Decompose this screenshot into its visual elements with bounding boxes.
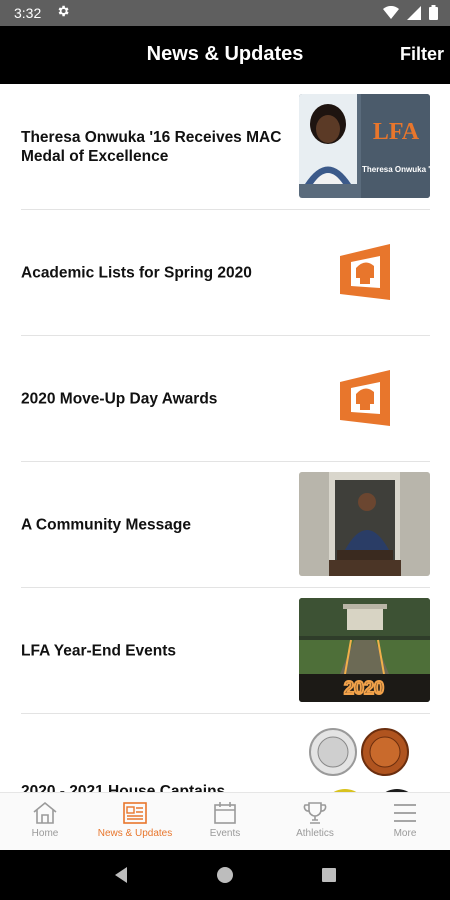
signal-icon xyxy=(407,5,421,20)
school-bell-logo-icon xyxy=(339,370,390,426)
news-item[interactable]: Theresa Onwuka '16 Receives MAC Medal of… xyxy=(21,84,430,210)
app-bar: News & Updates Filter xyxy=(0,26,450,84)
back-icon[interactable] xyxy=(113,866,129,884)
nav-label: More xyxy=(393,828,417,839)
news-item-title: Academic Lists for Spring 2020 xyxy=(21,264,252,281)
nav-events[interactable]: Events xyxy=(180,793,270,850)
home-icon xyxy=(33,801,57,824)
news-item[interactable]: 2020 Move-Up Day Awards xyxy=(21,336,430,462)
news-thumbnail xyxy=(299,220,430,324)
news-item-title: A Community Message xyxy=(21,516,191,533)
bottom-nav: Home News & Updates Events Athletics Mor… xyxy=(0,792,450,850)
news-item[interactable]: 2020 - 2021 House Captains Announced xyxy=(21,714,430,792)
trophy-icon xyxy=(303,802,327,824)
news-thumbnail xyxy=(299,346,430,450)
calendar-icon xyxy=(214,802,236,824)
nav-label: Events xyxy=(209,828,241,839)
recents-icon[interactable] xyxy=(321,867,337,883)
news-item[interactable]: LFA Year-End Events 2020 xyxy=(21,588,430,714)
news-item-title: LFA Year-End Events xyxy=(21,642,177,659)
status-time: 3:32 xyxy=(14,5,42,21)
status-bar: 3:32 xyxy=(0,0,450,26)
news-item-title: 2020 - 2021 House Captains Announced xyxy=(21,783,226,792)
filter-button[interactable]: Filter xyxy=(400,44,444,65)
house-seals-image xyxy=(299,724,430,792)
nav-home[interactable]: Home xyxy=(0,793,90,850)
news-item[interactable]: Academic Lists for Spring 2020 xyxy=(21,210,430,336)
settings-gear-icon xyxy=(58,5,69,17)
lfa-logo: LFA xyxy=(373,119,420,145)
news-thumbnail xyxy=(299,472,430,576)
system-icons xyxy=(383,5,438,20)
nav-label: Athletics xyxy=(296,828,334,839)
news-thumbnail xyxy=(299,724,430,792)
news-item-title: Theresa Onwuka '16 Receives MAC Medal of… xyxy=(21,128,282,165)
nav-news[interactable]: News & Updates xyxy=(90,793,180,850)
news-item[interactable]: A Community Message xyxy=(21,462,430,588)
nav-label: Home xyxy=(31,828,59,839)
system-nav-bar xyxy=(0,850,450,900)
page-title: News & Updates xyxy=(146,43,304,65)
year-end-events-photo: 2020 xyxy=(299,598,430,702)
speaker-photo xyxy=(299,472,430,576)
nav-athletics[interactable]: Athletics xyxy=(270,793,360,850)
home-circle-icon[interactable] xyxy=(216,866,234,884)
menu-icon xyxy=(394,804,416,822)
nav-more[interactable]: More xyxy=(360,793,450,850)
news-thumbnail: LFA Theresa Onwuka '1 xyxy=(299,94,430,198)
thumbnail-caption: Theresa Onwuka '1 xyxy=(362,165,430,174)
battery-icon xyxy=(429,5,438,20)
news-list: Theresa Onwuka '16 Receives MAC Medal of… xyxy=(0,84,450,792)
wifi-icon xyxy=(383,5,399,19)
school-bell-logo-icon xyxy=(339,244,390,300)
news-icon xyxy=(123,802,147,824)
candles-2020-text: 2020 xyxy=(344,678,384,698)
news-item-title: 2020 Move-Up Day Awards xyxy=(21,390,218,407)
athlete-photo: LFA Theresa Onwuka '1 xyxy=(299,94,430,198)
nav-label: News & Updates xyxy=(97,828,173,839)
news-thumbnail: 2020 xyxy=(299,598,430,702)
